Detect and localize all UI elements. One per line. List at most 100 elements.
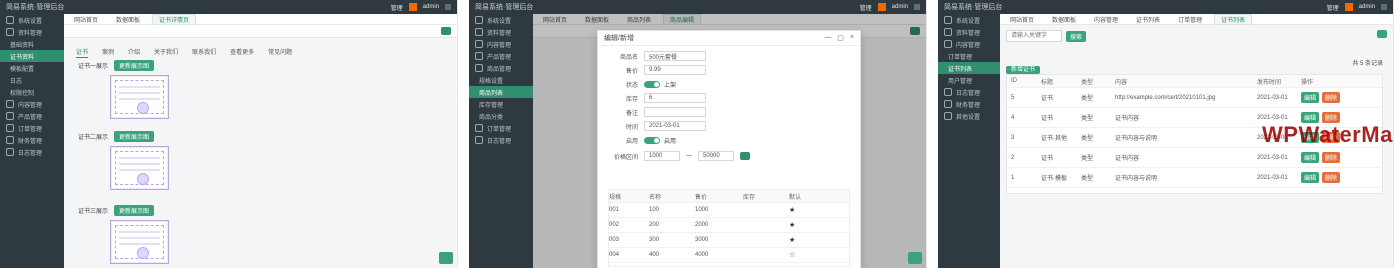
sidebar-item[interactable]: 财务管理 [938, 98, 1000, 110]
sidebar-label: 商品列表 [479, 90, 504, 97]
maximize-icon[interactable]: ▢ [837, 34, 844, 42]
sidebar-item[interactable]: 内容管理 [0, 98, 64, 110]
sidebar-item[interactable]: 其他设置 [938, 110, 1000, 122]
update-image-button[interactable]: 更新展示图 [114, 205, 155, 216]
sidebar-item[interactable]: 财务管理 [0, 134, 64, 146]
sidebar-item[interactable]: 日志管理 [0, 146, 64, 158]
sidebar-item[interactable]: 内容管理 [938, 38, 1000, 50]
manage-link[interactable]: 管理 [1327, 3, 1339, 12]
sidebar-item[interactable]: 资料管理 [0, 26, 64, 38]
sidebar-item[interactable]: 产品管理 [0, 110, 64, 122]
tab[interactable]: 证书列表 [1130, 15, 1166, 24]
manage-link[interactable]: 管理 [391, 3, 403, 12]
sidebar-item[interactable]: 商品分类 [469, 110, 533, 122]
sidebar-item[interactable]: 内容管理 [469, 38, 533, 50]
sidebar-item-active[interactable]: 证书列表 [938, 62, 1000, 74]
tab-active[interactable]: 证书详情页 [152, 13, 197, 25]
sidebar-item[interactable]: 订单管理 [469, 122, 533, 134]
sidebar-label: 资料管理 [487, 30, 512, 37]
sidebar-item[interactable]: 资料管理 [469, 26, 533, 38]
sidebar-item[interactable]: 资料管理 [938, 26, 1000, 38]
avatar[interactable] [1344, 3, 1353, 11]
close-icon[interactable]: × [850, 34, 854, 42]
delete-button[interactable]: 删除 [1322, 152, 1341, 163]
sidebar-label: 日志 [10, 78, 23, 85]
sidebar-item[interactable]: 系统设置 [938, 14, 1000, 26]
subtab-active[interactable]: 证书 [76, 47, 89, 58]
system-icon [944, 16, 952, 24]
search-input[interactable] [1006, 30, 1062, 42]
sidebar-item[interactable]: 订单管理 [938, 50, 1000, 62]
delete-button[interactable]: 删除 [1322, 92, 1341, 103]
update-image-button[interactable]: 更新展示图 [114, 131, 155, 142]
settings-icon[interactable] [445, 4, 451, 10]
note-input[interactable] [644, 107, 706, 117]
sidebar-item[interactable]: 订单管理 [0, 122, 64, 134]
cell-title: 证书·其他 [1041, 136, 1067, 142]
sidebar-item[interactable]: 产品管理 [469, 50, 533, 62]
default-star-icon[interactable]: ★ [789, 221, 841, 229]
edit-button[interactable]: 编辑 [1301, 172, 1320, 183]
default-star-icon[interactable]: ★ [789, 236, 841, 244]
sidebar-item[interactable]: 模板配置 [0, 62, 64, 74]
tab[interactable]: 网站首页 [68, 15, 104, 24]
sidebar-item[interactable]: 用户管理 [938, 74, 1000, 86]
enable-toggle[interactable] [644, 136, 660, 144]
user-name[interactable]: admin [423, 4, 439, 10]
manage-link[interactable]: 管理 [860, 3, 872, 12]
sidebar-item-active[interactable]: 证书资料 [0, 50, 64, 62]
subtab[interactable]: 介绍 [128, 47, 140, 58]
log-icon [944, 88, 952, 96]
sidebar-item[interactable]: 规格设置 [469, 74, 533, 86]
tab[interactable]: 内容管理 [1088, 15, 1124, 24]
refresh-icon[interactable] [1377, 30, 1387, 38]
user-name[interactable]: admin [892, 4, 908, 10]
tab-active[interactable]: 证书列表 [1214, 13, 1253, 25]
range-to-input[interactable]: 50000 [698, 151, 734, 161]
certificate-row: 证书二展示 更新展示图 [78, 131, 155, 142]
update-image-button[interactable]: 更新展示图 [114, 60, 155, 71]
tab[interactable]: 网站首页 [1004, 15, 1040, 24]
avatar[interactable] [408, 3, 417, 11]
minimize-icon[interactable]: — [824, 34, 831, 42]
avatar[interactable] [877, 3, 886, 11]
subtab[interactable]: 案例 [102, 47, 114, 58]
price-input[interactable]: 9.99 [644, 65, 706, 75]
subtab[interactable]: 常见问题 [268, 47, 292, 58]
sidebar-item-active[interactable]: 商品列表 [469, 86, 533, 98]
sidebar-item[interactable]: 系统设置 [0, 14, 64, 26]
floating-action-button[interactable] [908, 252, 922, 264]
edit-button[interactable]: 编辑 [1301, 152, 1320, 163]
add-range-button[interactable] [740, 152, 750, 160]
add-certificate-button[interactable]: 新增证书 [1006, 66, 1041, 74]
status-toggle[interactable] [644, 80, 660, 88]
sidebar-item[interactable]: 系统设置 [469, 14, 533, 26]
subtab[interactable]: 关于我们 [154, 47, 178, 58]
tab[interactable]: 数据面板 [110, 15, 146, 24]
delete-button[interactable]: 删除 [1322, 172, 1341, 183]
tab[interactable]: 订单管理 [1172, 15, 1208, 24]
settings-icon[interactable] [914, 4, 920, 10]
sidebar-item[interactable]: 日志管理 [469, 134, 533, 146]
sidebar-item[interactable]: 日志 [0, 74, 64, 86]
sidebar-item[interactable]: 基础资料 [0, 38, 64, 50]
user-name[interactable]: admin [1359, 4, 1375, 10]
subtab[interactable]: 联系我们 [192, 47, 216, 58]
tab[interactable]: 数据面板 [1046, 15, 1082, 24]
sidebar-item[interactable]: 权限控制 [0, 86, 64, 98]
date-input[interactable]: 2021-03-01 [644, 121, 706, 131]
default-star-icon[interactable]: ☆ [789, 251, 841, 259]
sidebar-item[interactable]: 日志管理 [938, 86, 1000, 98]
sidebar-item[interactable]: 库存管理 [469, 98, 533, 110]
subtab[interactable]: 查看更多 [230, 47, 254, 58]
text-input[interactable]: 500元套餐 [644, 51, 706, 61]
stock-input[interactable]: 6 [644, 93, 706, 103]
search-button[interactable]: 搜索 [1066, 30, 1087, 42]
edit-button[interactable]: 编辑 [1301, 92, 1320, 103]
range-from-input[interactable]: 1000 [644, 151, 680, 161]
default-star-icon[interactable]: ★ [789, 206, 841, 214]
floating-action-button[interactable] [439, 252, 453, 264]
sidebar-item[interactable]: 商品管理 [469, 62, 533, 74]
refresh-icon[interactable] [441, 27, 451, 35]
settings-icon[interactable] [1381, 4, 1387, 10]
